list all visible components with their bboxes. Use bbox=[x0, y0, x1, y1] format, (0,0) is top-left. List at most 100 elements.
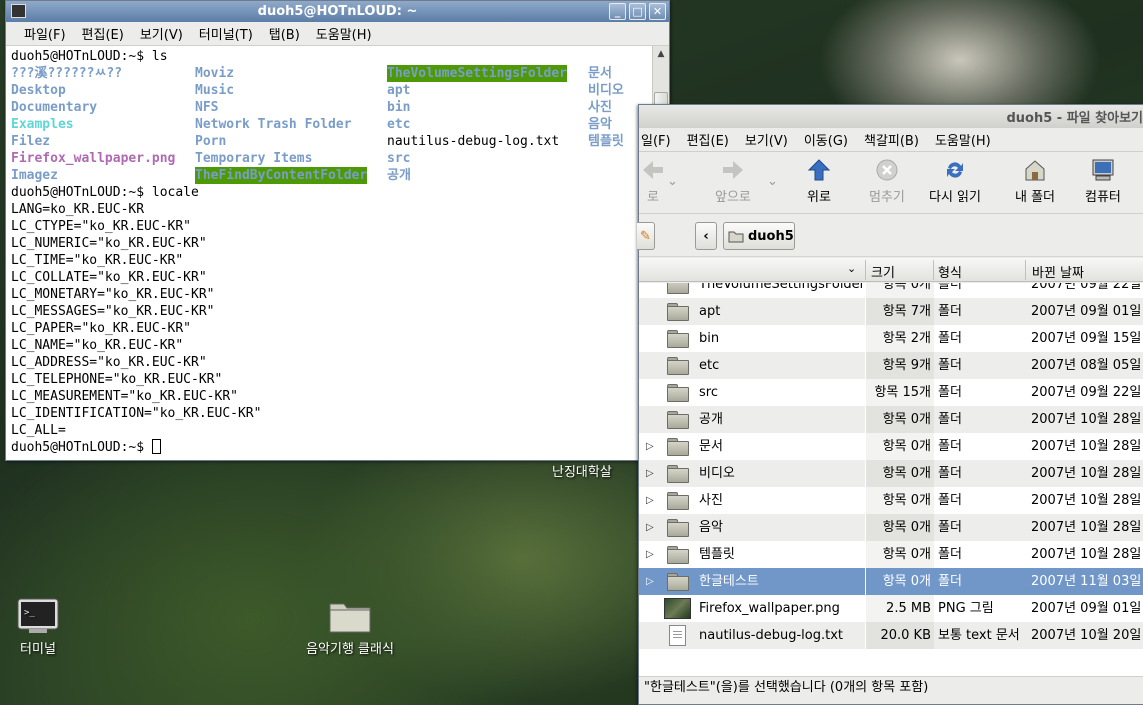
menu-file[interactable]: 파일(F) bbox=[16, 24, 74, 43]
ls-row: Filez Porn nautilus-debug-log.txt 템플릿 bbox=[11, 133, 652, 150]
expander-arrow-icon[interactable]: ▷ bbox=[646, 514, 654, 541]
terminal-titlebar[interactable]: duoh5@HOTnLOUD: ~ _ □ ✕ bbox=[6, 1, 669, 22]
column-header-date[interactable]: 바뀐 날짜 bbox=[1032, 262, 1084, 281]
file-name-cell: 공개 bbox=[639, 406, 865, 433]
file-name-cell: TheVolumeSettingsFolder bbox=[639, 283, 865, 298]
ls-entry: bin bbox=[387, 100, 411, 115]
terminal-window[interactable]: duoh5@HOTnLOUD: ~ _ □ ✕ 파일(F) 편집(E) 보기(V… bbox=[5, 0, 670, 461]
file-row[interactable]: nautilus-debug-log.txt 20.0 KB 보통 text 문서 2… bbox=[639, 622, 1143, 649]
terminal-line: LC_NAME="ko_KR.EUC-KR" bbox=[11, 338, 184, 353]
back-button[interactable]: 로 bbox=[641, 158, 665, 205]
terminal-menubar: 파일(F) 편집(E) 보기(V) 터미널(T) 탭(B) 도움말(H) bbox=[6, 22, 669, 46]
column-header-type[interactable]: 형식 bbox=[938, 262, 962, 281]
location-toggle-button[interactable]: ✎ bbox=[637, 222, 655, 250]
back-arrow-icon bbox=[643, 161, 663, 179]
file-name: 공개 bbox=[699, 412, 723, 427]
terminal-line: LC_NUMERIC="ko_KR.EUC-KR" bbox=[11, 236, 207, 251]
menu-help[interactable]: 도움말(H) bbox=[927, 130, 999, 149]
forward-history-dropdown[interactable]: ⌄ bbox=[767, 174, 778, 189]
desktop-icon-music-folder[interactable]: 음악기행 클래식 bbox=[298, 598, 402, 657]
file-size-cell: 항목 0개 bbox=[866, 541, 934, 568]
sort-chevron-down-icon[interactable]: ⌄ bbox=[847, 262, 856, 275]
scroll-up-arrow-icon[interactable]: ▲ bbox=[656, 49, 666, 59]
file-row[interactable]: ▷ 한글테스트 항목 0개 폴더 2007년 11월 03일 bbox=[639, 568, 1143, 595]
terminal-line: LC_CTYPE="ko_KR.EUC-KR" bbox=[11, 219, 192, 234]
forward-button[interactable]: 앞으로 bbox=[715, 158, 751, 205]
file-row[interactable]: Firefox_wallpaper.png 2.5 MB PNG 그림 2007년 0… bbox=[639, 595, 1143, 622]
folder-icon bbox=[329, 603, 371, 633]
maximize-button[interactable]: □ bbox=[629, 3, 646, 20]
computer-button[interactable]: 컴퓨터 bbox=[1085, 158, 1121, 205]
column-header-size[interactable]: 크기 bbox=[871, 262, 895, 281]
terminal-app-icon bbox=[11, 4, 26, 18]
file-name: bin bbox=[699, 331, 720, 346]
file-row[interactable]: 공개 항목 0개 폴더 2007년 10월 28일 bbox=[639, 406, 1143, 433]
file-name-cell: src bbox=[639, 379, 865, 406]
file-size-cell: 항목 0개 bbox=[866, 568, 934, 595]
ls-entry: 음악 bbox=[588, 117, 612, 132]
file-date-cell: 2007년 09월 15일 bbox=[1031, 331, 1142, 346]
location-bar: ✎ ‹ duoh5 bbox=[637, 215, 1143, 257]
menu-edit[interactable]: 편집(E) bbox=[679, 130, 737, 149]
menu-view[interactable]: 보기(V) bbox=[132, 24, 191, 43]
terminal-line: LC_IDENTIFICATION="ko_KR.EUC-KR" bbox=[11, 406, 262, 421]
file-browser-titlebar[interactable]: duoh5 - 파일 찾아보기 bbox=[639, 105, 1143, 128]
close-button[interactable]: ✕ bbox=[649, 3, 666, 20]
terminal-output[interactable]: duoh5@HOTnLOUD:~$ ls ???溪??????ㅆ?? Moviz… bbox=[6, 46, 652, 460]
path-button-home[interactable]: duoh5 bbox=[723, 222, 795, 250]
up-button[interactable]: 위로 bbox=[807, 158, 831, 205]
path-scroll-left-button[interactable]: ‹ bbox=[695, 222, 717, 250]
file-row[interactable]: ▷ 템플릿 항목 0개 폴더 2007년 10월 28일 bbox=[639, 541, 1143, 568]
file-row[interactable]: TheVolumeSettingsFolder 항목 0개 폴더 2007년 09월 … bbox=[639, 283, 1143, 298]
file-row[interactable]: etc 항목 9개 폴더 2007년 08월 05일 bbox=[639, 352, 1143, 379]
folder-icon bbox=[667, 283, 689, 294]
menu-go[interactable]: 이동(G) bbox=[796, 130, 856, 149]
terminal-cursor bbox=[151, 439, 161, 454]
file-name-cell: nautilus-debug-log.txt bbox=[639, 622, 865, 649]
minimize-button[interactable]: _ bbox=[609, 3, 626, 20]
expander-arrow-icon[interactable]: ▷ bbox=[646, 433, 654, 460]
text-document-icon bbox=[669, 625, 686, 646]
expander-arrow-icon[interactable]: ▷ bbox=[646, 541, 654, 568]
back-history-dropdown[interactable]: ⌄ bbox=[667, 174, 678, 189]
file-type-cell: PNG 그림 bbox=[938, 601, 994, 616]
menu-help[interactable]: 도움말(H) bbox=[308, 24, 380, 43]
reload-button[interactable]: 다시 읽기 bbox=[929, 158, 981, 205]
menu-bookmarks[interactable]: 책갈피(B) bbox=[856, 130, 927, 149]
file-row[interactable]: ▷ 비디오 항목 0개 폴더 2007년 10월 28일 bbox=[639, 460, 1143, 487]
menu-terminal[interactable]: 터미널(T) bbox=[191, 24, 261, 43]
expander-arrow-icon[interactable]: ▷ bbox=[646, 460, 654, 487]
menu-file[interactable]: 일(F) bbox=[639, 130, 679, 149]
menu-tabs[interactable]: 탭(B) bbox=[261, 24, 308, 43]
file-row[interactable]: ▷ 음악 항목 0개 폴더 2007년 10월 28일 bbox=[639, 514, 1143, 541]
ls-row: ???溪??????ㅆ?? Moviz TheVolumeSettingsFol… bbox=[11, 65, 652, 82]
desktop-icon-terminal[interactable]: >_ 터미널 bbox=[10, 598, 66, 657]
file-browser-window[interactable]: duoh5 - 파일 찾아보기 일(F) 편집(E) 보기(V) 이동(G) 책… bbox=[637, 104, 1143, 705]
file-row[interactable]: ▷ 사진 항목 0개 폴더 2007년 10월 28일 bbox=[639, 487, 1143, 514]
svg-text:>_: >_ bbox=[24, 608, 35, 618]
menu-view[interactable]: 보기(V) bbox=[737, 130, 796, 149]
file-browser-toolbar: 로 ⌄ 앞으로 ⌄ 위로 멈추기 다시 읽기 내 폴더 컴퓨터 bbox=[639, 152, 1143, 214]
ls-entry: Network Trash Folder bbox=[195, 117, 352, 132]
file-size-cell: 항목 7개 bbox=[866, 298, 934, 325]
expander-arrow-icon[interactable]: ▷ bbox=[646, 568, 654, 595]
ls-entry: etc bbox=[387, 117, 411, 132]
file-type-cell: 보통 text 문서 bbox=[934, 622, 1026, 649]
menu-edit[interactable]: 편집(E) bbox=[74, 24, 132, 43]
file-row[interactable]: bin 항목 2개 폴더 2007년 09월 15일 bbox=[639, 325, 1143, 352]
file-row[interactable]: ▷ 문서 항목 0개 폴더 2007년 10월 28일 bbox=[639, 433, 1143, 460]
file-type-cell: 폴더 bbox=[934, 406, 1026, 433]
ls-entry: ???溪??????ㅆ?? bbox=[11, 66, 123, 81]
file-row[interactable]: src 항목 15개 폴더 2007년 09월 22일 bbox=[639, 379, 1143, 406]
expander-arrow-icon[interactable]: ▷ bbox=[646, 487, 654, 514]
file-date-cell: 2007년 09월 22일 bbox=[1031, 385, 1142, 400]
ls-entry: TheVolumeSettingsFolder bbox=[387, 65, 568, 82]
home-button[interactable]: 내 폴더 bbox=[1015, 158, 1055, 205]
file-row[interactable]: apt 항목 7개 폴더 2007년 09월 01일 bbox=[639, 298, 1143, 325]
file-name: 템플릿 bbox=[699, 547, 735, 562]
file-date-cell: 2007년 11월 03일 bbox=[1026, 568, 1143, 595]
ls-entry: Documentary bbox=[11, 100, 98, 115]
ls-entry: apt bbox=[387, 83, 411, 98]
stop-button[interactable]: 멈추기 bbox=[869, 158, 905, 205]
file-list[interactable]: TheVolumeSettingsFolder 항목 0개 폴더 2007년 09월 … bbox=[639, 283, 1143, 676]
